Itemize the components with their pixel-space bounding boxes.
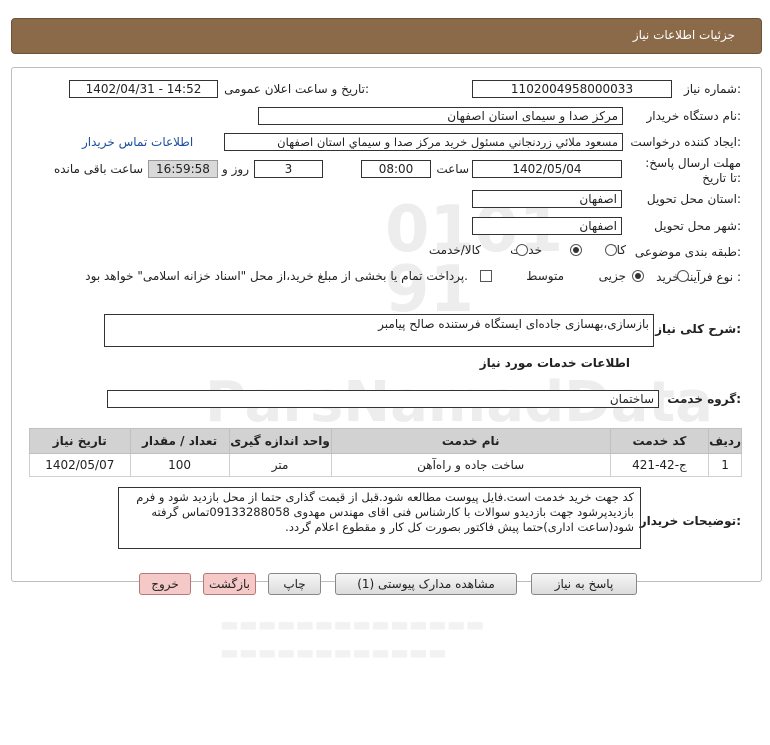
category-option-both-label: کالا/خدمت <box>428 243 481 257</box>
cell-row: 1 <box>708 453 742 477</box>
reply-button[interactable]: پاسخ به نیاز <box>531 573 637 595</box>
cell-name: ساخت جاده و راه‌آهن <box>330 453 611 477</box>
summary-label: شرح کلی نیاز: <box>655 322 741 336</box>
announce-field: 1402/04/31 - 14:52 <box>69 80 218 98</box>
days-label: روز و <box>222 162 249 176</box>
buyer-contact-link[interactable]: اطلاعات تماس خریدار <box>82 135 193 149</box>
buyer-org-field: مرکز صدا و سیمای استان اصفهان <box>258 107 623 125</box>
category-label: طبقه بندی موضوعی: <box>634 245 741 259</box>
cell-qty: 100 <box>129 453 230 477</box>
province-field: اصفهان <box>472 190 622 208</box>
city-label: شهر محل تحویل: <box>654 219 741 233</box>
creator-label: ایجاد کننده درخواست: <box>630 135 741 149</box>
col-header-date: تاریخ نیاز <box>29 428 131 454</box>
deadline-time-label: ساعت <box>436 162 469 176</box>
process-label: نوع فرآیند خرید : <box>656 270 741 284</box>
service-group-label: گروه خدمت: <box>667 392 741 406</box>
exit-button[interactable]: خروج <box>139 573 191 595</box>
process-option-medium-label: متوسط <box>526 269 564 283</box>
category-option-both-radio[interactable] <box>515 244 528 256</box>
print-button[interactable]: چاپ <box>268 573 321 595</box>
col-header-name: نام خدمت <box>330 428 611 454</box>
col-header-code: کد خدمت <box>609 428 710 454</box>
buyer-org-label: نام دستگاه خریدار: <box>646 109 742 123</box>
treasury-payment-checkbox[interactable] <box>480 270 492 282</box>
treasury-payment-text: پرداخت تمام یا بخشی از مبلغ خرید،از محل … <box>85 269 468 283</box>
days-field: 3 <box>254 160 323 178</box>
summary-field: بازسازی،بهسازی جاده‌ای ایستگاه فرستنده ص… <box>104 314 654 347</box>
watermark-lines: ▬▬▬▬▬▬▬▬▬▬▬▬▬▬ ▬▬▬▬▬▬▬▬▬▬▬▬ <box>220 612 485 664</box>
view-attachments-button[interactable]: مشاهده مدارک پیوستی (1) <box>335 573 517 595</box>
deadline-time-field: 08:00 <box>361 160 431 178</box>
announce-label: تاریخ و ساعت اعلان عمومی: <box>224 82 369 96</box>
table-row: 1 ج-42-421 ساخت جاده و راه‌آهن متر 100 1… <box>29 453 742 477</box>
services-table: ردیف کد خدمت نام خدمت واحد اندازه گیری ت… <box>29 428 742 477</box>
back-button[interactable]: بازگشت <box>203 573 256 595</box>
cell-code: ج-42-421 <box>609 453 710 477</box>
page-header: جزئیات اطلاعات نیاز <box>11 18 762 54</box>
page-title: جزئیات اطلاعات نیاز <box>632 28 735 42</box>
remaining-label: ساعت باقی مانده <box>53 162 143 176</box>
table-header-row: ردیف کد خدمت نام خدمت واحد اندازه گیری ت… <box>29 428 742 454</box>
need-number-field: 1102004958000033 <box>472 80 672 98</box>
deadline-label: مهلت ارسال پاسخ: تا تاریخ: <box>645 156 741 185</box>
col-header-row: ردیف <box>708 428 742 454</box>
cell-unit: متر <box>228 453 332 477</box>
service-group-field: ساختمان <box>107 390 659 408</box>
creator-field: مسعود ملائي زردنجاني مسئول خريد مركز صدا… <box>224 133 623 151</box>
province-label: استان محل تحویل: <box>646 192 741 206</box>
col-header-unit: واحد اندازه گیری <box>228 428 332 454</box>
col-header-qty: تعداد / مقدار <box>129 428 230 454</box>
city-field: اصفهان <box>472 217 622 235</box>
buyer-notes-field: کد جهت خرید خدمت است.فایل پیوست مطالعه ش… <box>118 487 641 549</box>
buyer-notes-label: توضیحات خریدار: <box>639 514 741 528</box>
category-option-service-radio[interactable] <box>569 244 582 256</box>
process-option-minor-label: جزیی <box>598 269 626 283</box>
services-section-title: اطلاعات خدمات مورد نیاز <box>479 356 630 370</box>
remaining-time-field: 16:59:58 <box>148 160 218 178</box>
cell-date: 1402/05/07 <box>29 453 131 477</box>
deadline-date-field: 1402/05/04 <box>472 160 622 178</box>
need-number-label: شماره نیاز: <box>683 82 741 96</box>
category-option-goods-radio[interactable] <box>605 244 617 256</box>
